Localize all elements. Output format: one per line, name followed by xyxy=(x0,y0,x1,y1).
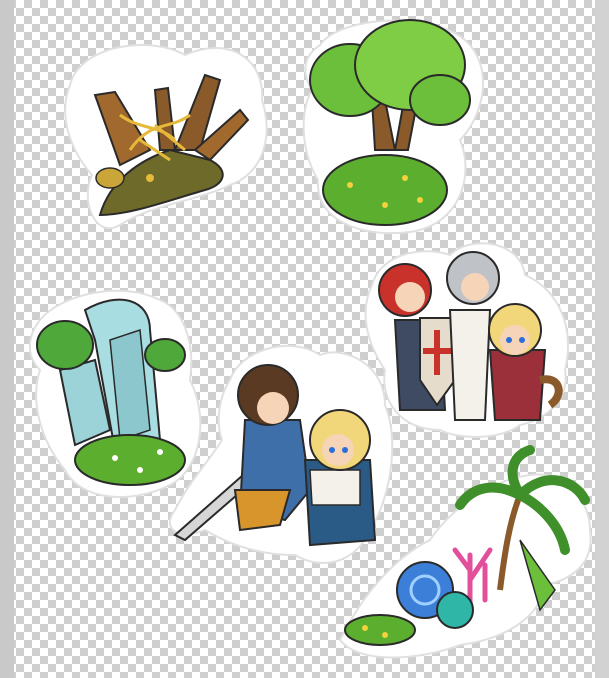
swordsman-and-girl-sticker[interactable] xyxy=(168,345,394,564)
green-tree-bush-sticker[interactable] xyxy=(302,19,485,235)
overgrown-buildings-sticker[interactable] xyxy=(28,289,202,498)
sticker-sheet xyxy=(28,19,592,659)
knights-party-sticker[interactable] xyxy=(364,242,569,438)
dead-tree-stump-sticker[interactable] xyxy=(64,44,268,229)
